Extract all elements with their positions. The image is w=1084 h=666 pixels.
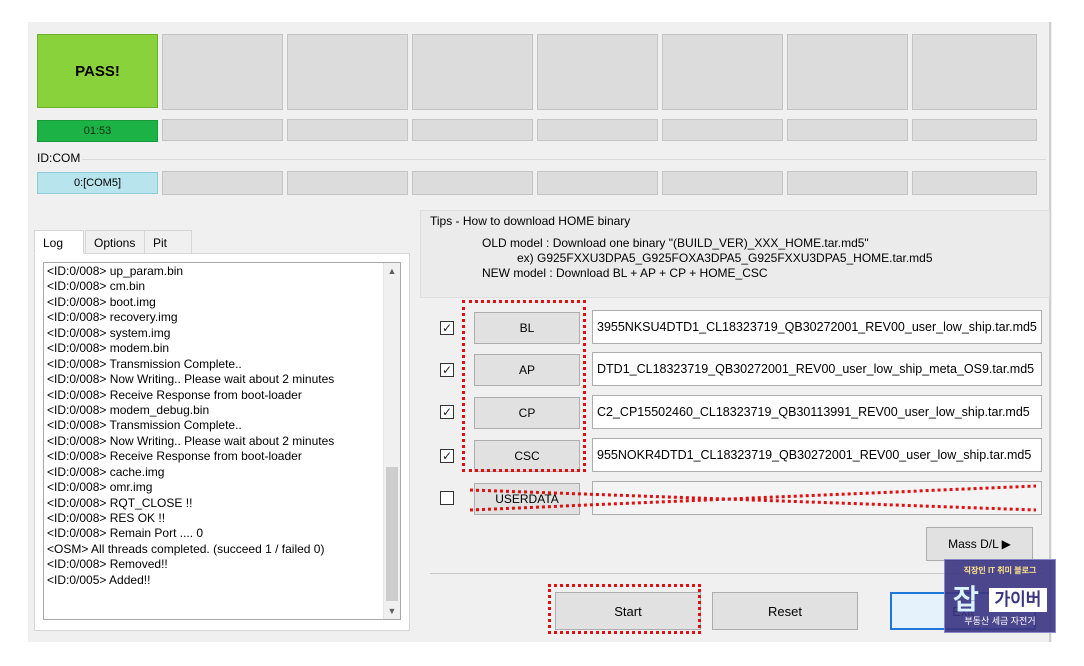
watermark-bottom-text: 부동산 세금 자전거 <box>964 616 1036 626</box>
watermark-right-text: 가이버 <box>989 588 1047 612</box>
blog-watermark: 직장인 IT 취미 블로그 잡 가이버 부동산 세금 자전거 <box>944 559 1056 633</box>
watermark-top-text: 직장인 IT 취미 블로그 <box>963 566 1037 575</box>
watermark-mark: 잡 <box>953 583 979 616</box>
tab-log[interactable]: Log <box>34 230 84 254</box>
annotation-userdata-cross <box>469 484 1037 512</box>
